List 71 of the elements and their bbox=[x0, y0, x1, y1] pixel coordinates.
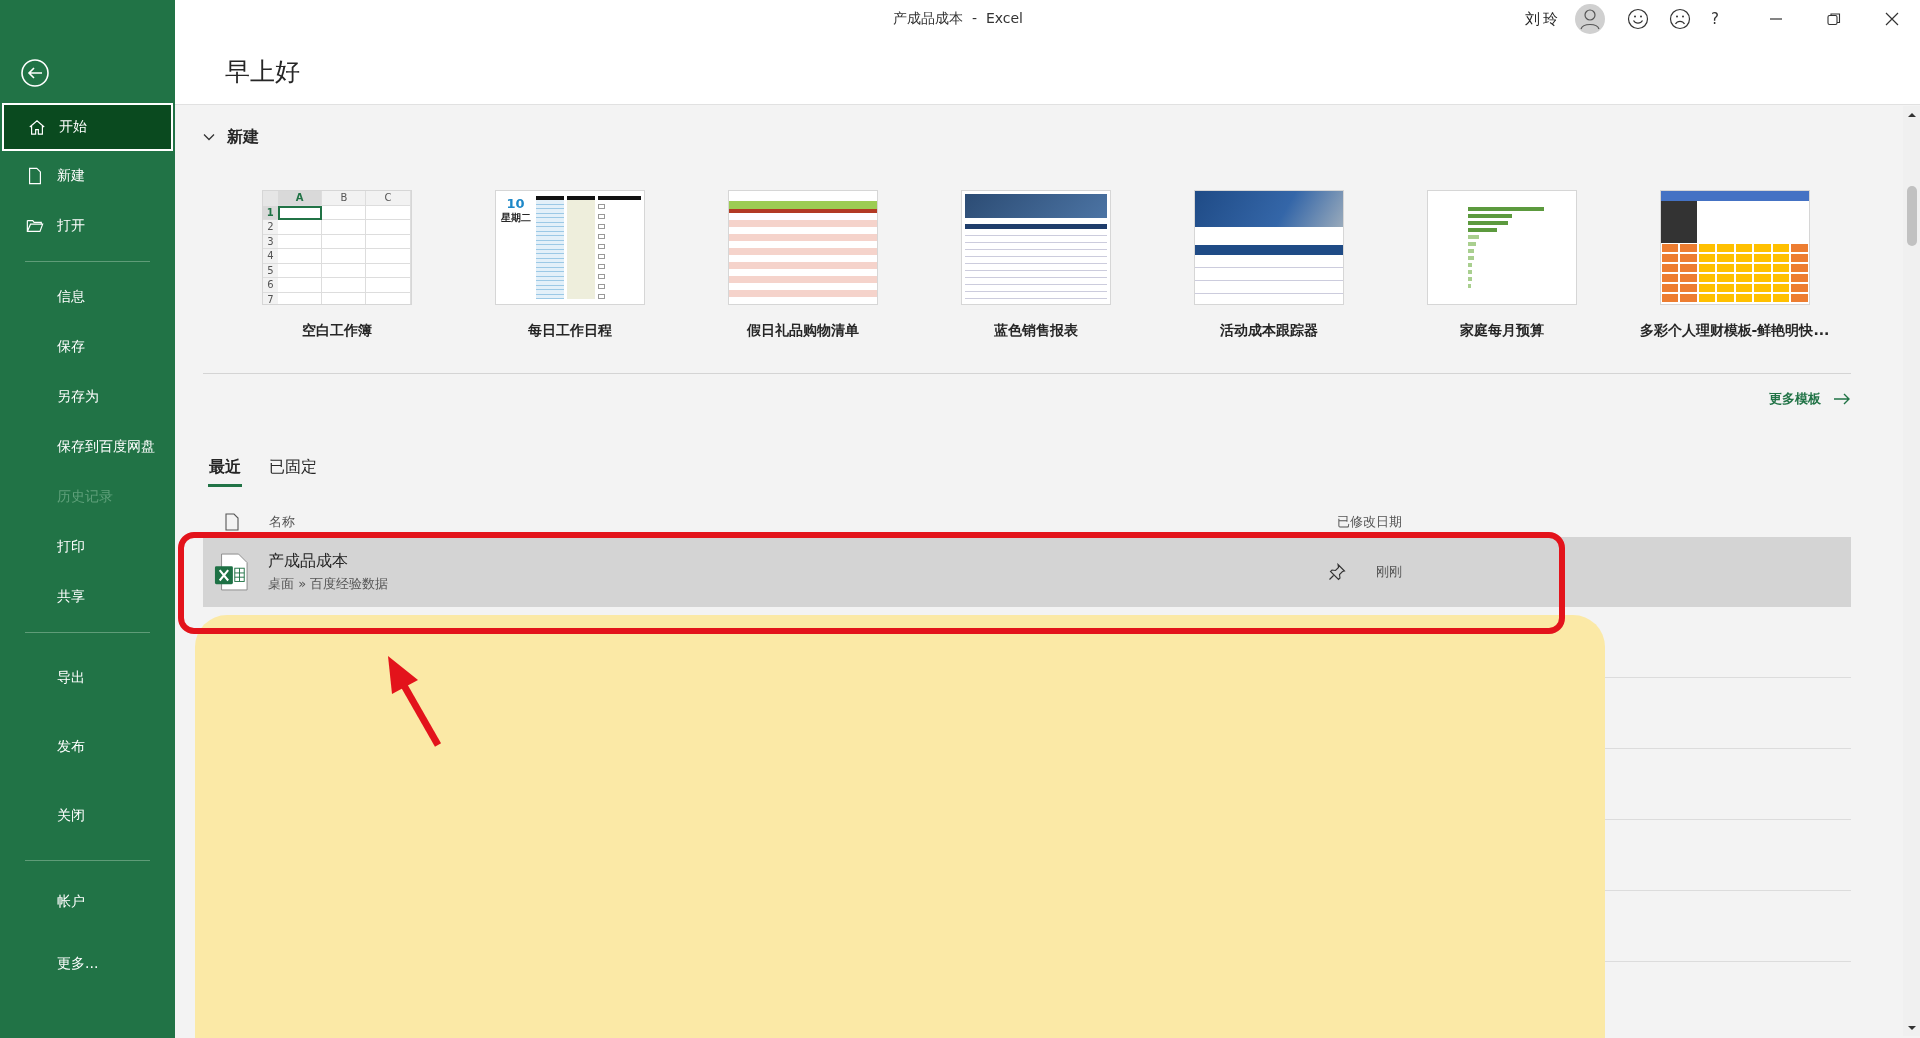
help-button[interactable]: ? bbox=[1711, 10, 1747, 28]
sidebar-item[interactable]: 关闭 bbox=[2, 781, 173, 850]
column-header: A bbox=[278, 191, 323, 206]
file-icon bbox=[225, 513, 239, 531]
sidebar-item[interactable]: 新建 bbox=[2, 151, 173, 201]
recent-tab[interactable]: 最近 bbox=[208, 453, 242, 487]
more-templates-link[interactable]: 更多模板 bbox=[1769, 390, 1851, 408]
sidebar-item[interactable]: 导出 bbox=[2, 643, 173, 712]
greeting-heading: 早上好 bbox=[225, 55, 300, 88]
avatar-icon[interactable] bbox=[1575, 4, 1606, 34]
chart-bar bbox=[1467, 235, 1479, 239]
chart-bar bbox=[1467, 221, 1508, 225]
column-header[interactable]: 已修改日期 bbox=[1337, 513, 1402, 531]
chart-bar bbox=[1467, 284, 1471, 288]
document-icon bbox=[26, 167, 44, 185]
column-header[interactable]: 名称 bbox=[269, 513, 295, 531]
template-name[interactable]: 蓝色销售报表 bbox=[993, 322, 1078, 340]
user-name: 刘玲 bbox=[1525, 9, 1562, 29]
column-header: C bbox=[366, 191, 411, 206]
grid-corner bbox=[262, 191, 279, 206]
chevron-icon[interactable] bbox=[203, 131, 215, 143]
row-header: 2 bbox=[262, 220, 279, 235]
chart-bar bbox=[1467, 256, 1474, 260]
chart-bar bbox=[1467, 263, 1473, 267]
excel-file-icon bbox=[214, 553, 248, 591]
template-thumbnail[interactable]: A B C 1 2 3 4 5 6 7 bbox=[261, 190, 412, 305]
file-name: 产成品成本 bbox=[268, 551, 349, 572]
file-path: 桌面 » 百度经验数据 bbox=[268, 575, 389, 593]
section-title: 新建 bbox=[227, 126, 259, 148]
sidebar-item[interactable]: 保存到百度网盘 bbox=[2, 422, 173, 472]
recent-file-row[interactable]: 产成品成本 桌面 » 百度经验数据 刚刚 bbox=[203, 537, 1851, 607]
template-thumbnail[interactable] bbox=[1426, 190, 1577, 305]
template-name[interactable]: 活动成本跟踪器 bbox=[1219, 322, 1318, 340]
sidebar-item[interactable]: 打开 bbox=[2, 201, 173, 251]
sidebar-item[interactable]: 打印 bbox=[2, 522, 173, 572]
sidebar-item[interactable]: 共享 bbox=[2, 572, 173, 622]
sidebar-item[interactable]: 发布 bbox=[2, 712, 173, 781]
template-name[interactable]: 家庭每月预算 bbox=[1459, 322, 1544, 340]
chart-bar bbox=[1467, 214, 1512, 218]
sidebar-item[interactable]: 另存为 bbox=[2, 372, 173, 422]
chart-bar bbox=[1467, 277, 1473, 281]
template-name[interactable]: 多彩个人理财模板-鲜艳明快... bbox=[1639, 322, 1830, 340]
chart-bar bbox=[1467, 228, 1498, 232]
sidebar-item[interactable]: 开始 bbox=[2, 103, 173, 151]
row-header: 6 bbox=[262, 278, 279, 293]
sidebar-item[interactable]: 帐户 bbox=[2, 871, 173, 933]
home-icon bbox=[28, 118, 46, 136]
restore-icon[interactable] bbox=[1827, 12, 1841, 26]
template-thumbnail[interactable]: 10 星期二 bbox=[494, 190, 645, 305]
close-icon[interactable] bbox=[1885, 12, 1899, 26]
arrow-right-icon bbox=[1833, 393, 1851, 405]
weekday-label: 星期二 bbox=[500, 211, 531, 225]
modified-date: 刚刚 bbox=[1376, 563, 1402, 581]
sidebar-item[interactable]: 更多... bbox=[2, 933, 173, 995]
template-name[interactable]: 假日礼品购物清单 bbox=[746, 322, 859, 340]
recent-tab[interactable]: 已固定 bbox=[268, 453, 318, 487]
smiley-icon[interactable] bbox=[1627, 8, 1650, 30]
day-number: 10 bbox=[506, 196, 525, 211]
sidebar-item[interactable]: 保存 bbox=[2, 322, 173, 372]
pin-icon[interactable] bbox=[1328, 563, 1346, 581]
sidebar-item[interactable]: 信息 bbox=[2, 272, 173, 322]
template-name[interactable]: 每日工作日程 bbox=[527, 322, 612, 340]
column-header: B bbox=[322, 191, 367, 206]
chart-bar bbox=[1467, 242, 1476, 246]
frown-icon[interactable] bbox=[1669, 8, 1692, 30]
chart-bar bbox=[1467, 249, 1474, 253]
window-title: 产成品成本 - Excel bbox=[893, 10, 1023, 28]
row-header: 4 bbox=[262, 249, 279, 264]
template-name[interactable]: 空白工作簿 bbox=[301, 322, 372, 340]
chart-bar bbox=[1467, 270, 1473, 274]
folder-icon bbox=[26, 217, 44, 235]
